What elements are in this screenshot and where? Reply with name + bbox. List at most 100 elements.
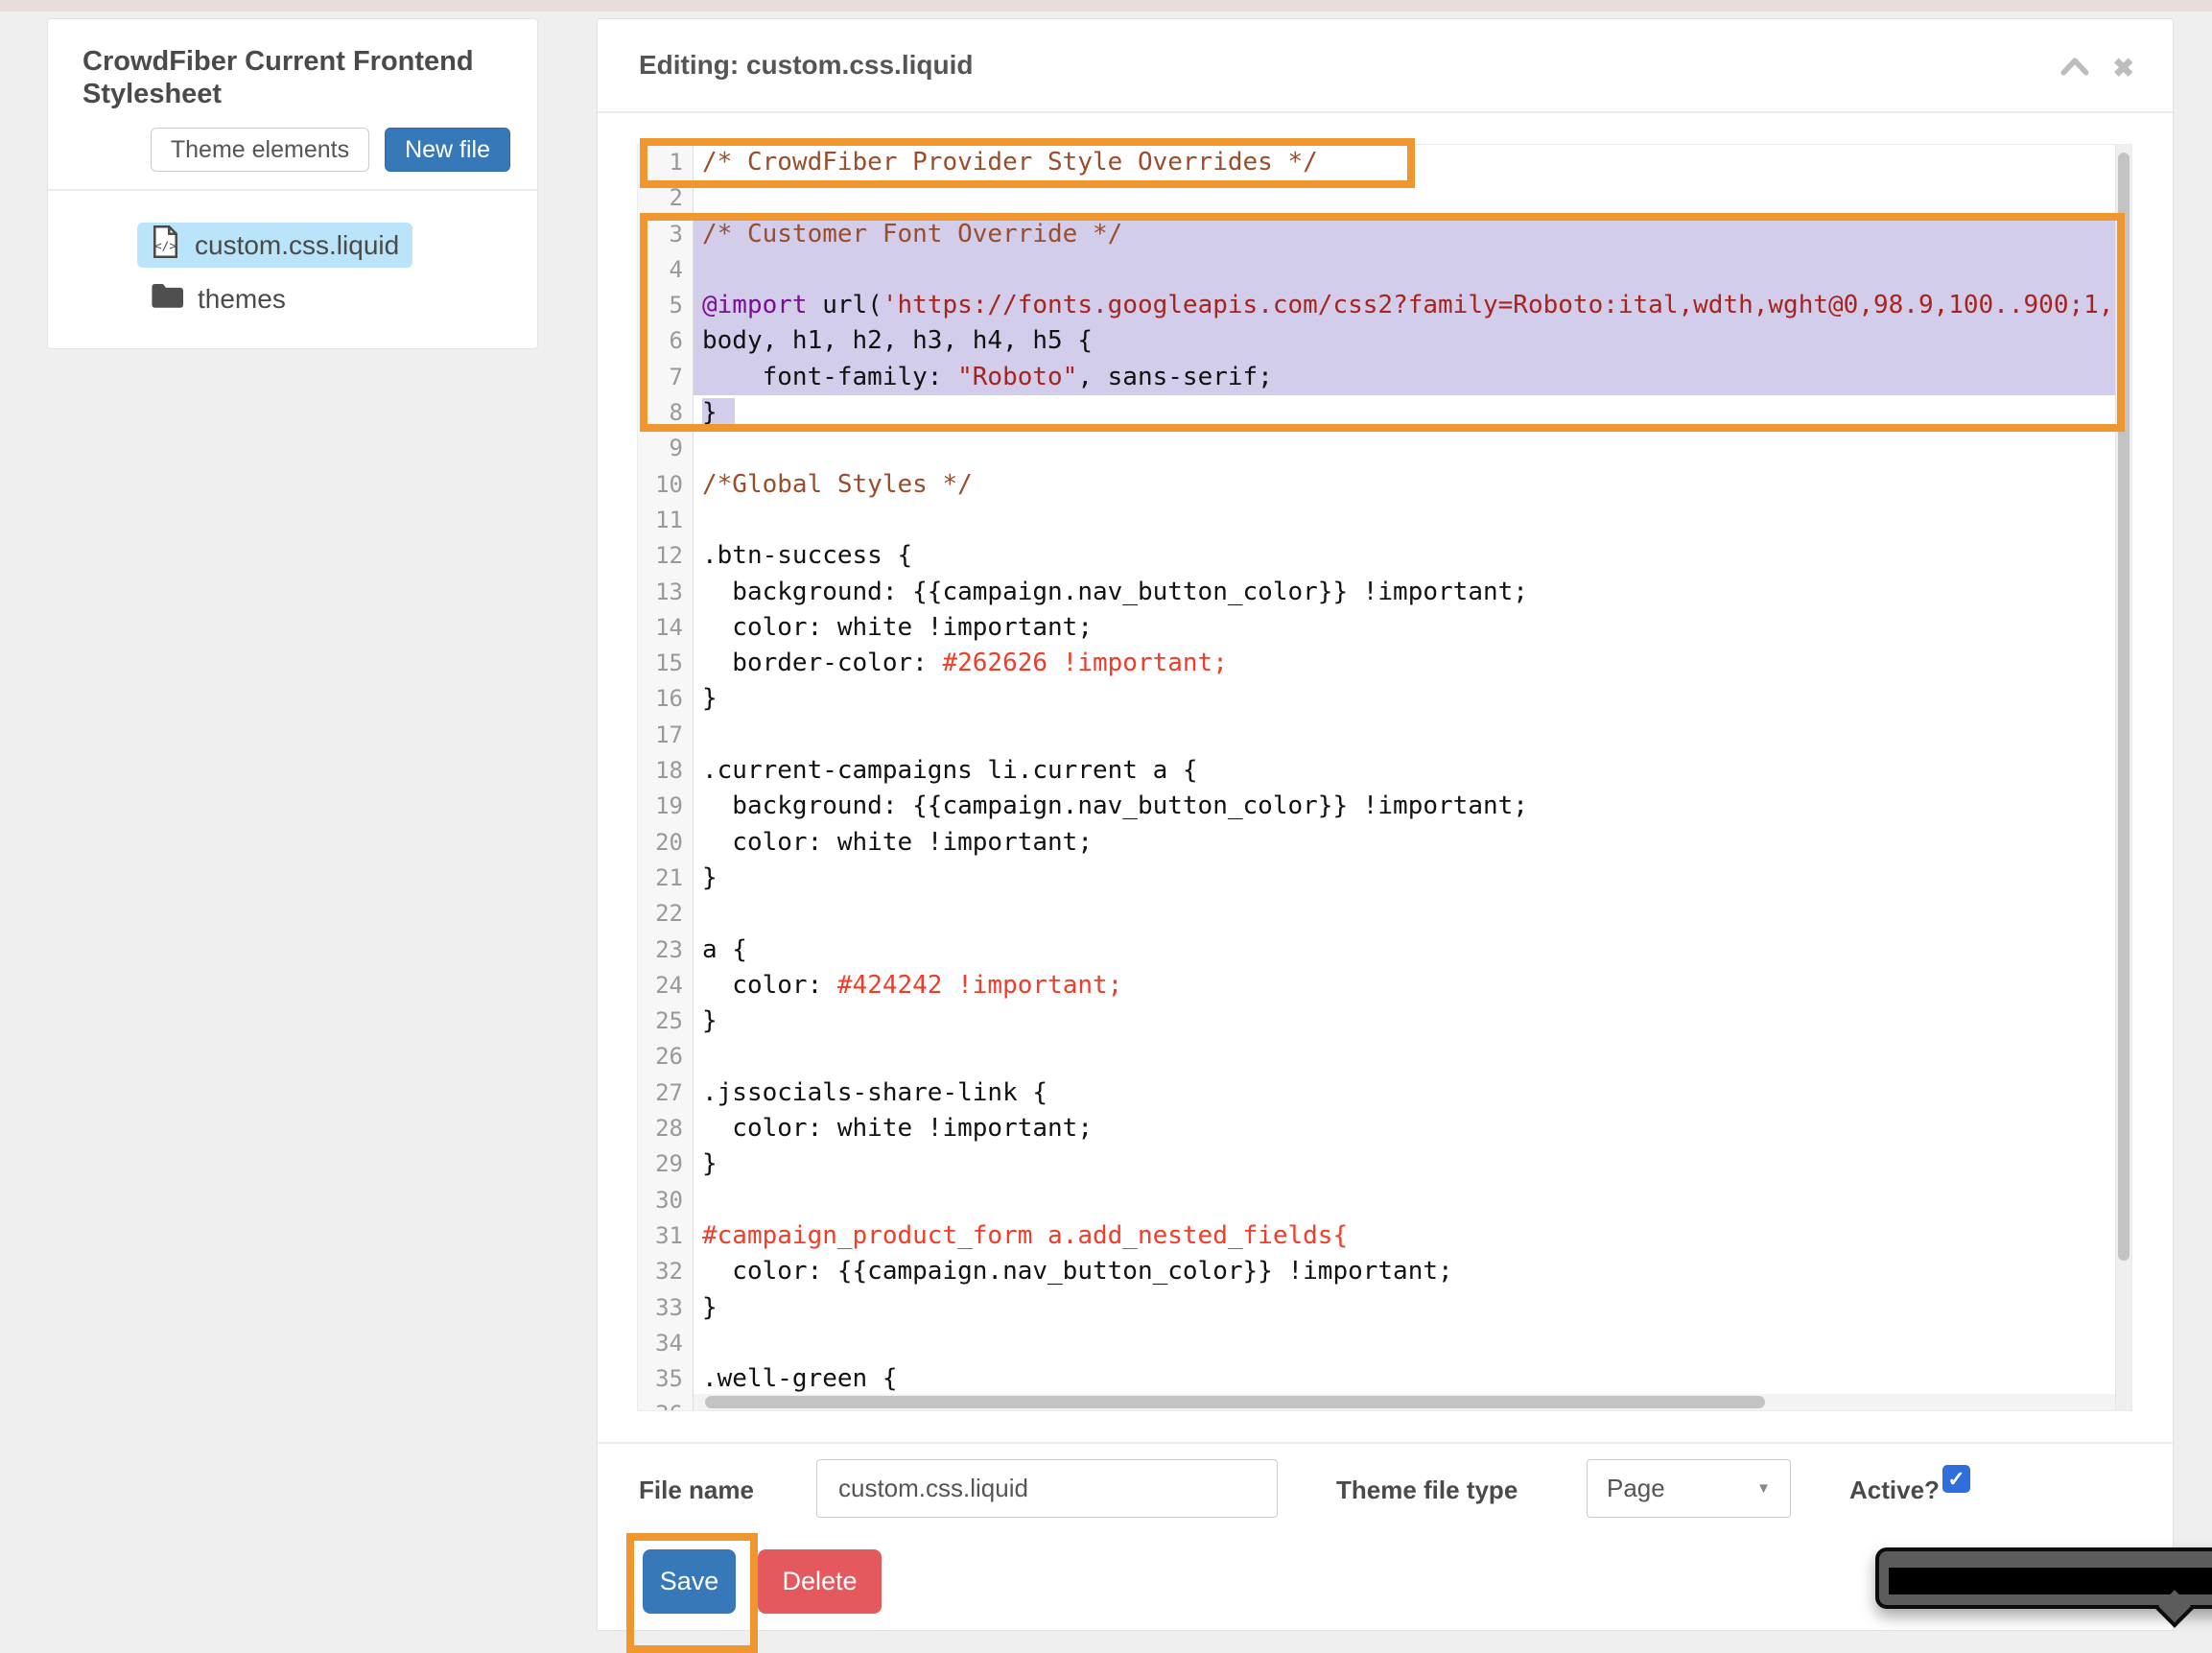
code-line: color: white !important; — [694, 610, 2131, 646]
vertical-scrollbar-thumb[interactable] — [2118, 153, 2130, 1261]
code-line: background: {{campaign.nav_button_color}… — [694, 789, 2131, 824]
file-item-label: custom.css.liquid — [195, 230, 399, 261]
line-number: 23 — [638, 933, 693, 968]
code-line — [694, 252, 2131, 288]
line-number: 11 — [638, 503, 693, 538]
line-number: 33 — [638, 1290, 693, 1326]
code-line: } — [694, 395, 2131, 431]
check-icon: ✓ — [1947, 1467, 1965, 1492]
collapse-chevron-up-icon[interactable] — [2060, 57, 2089, 81]
stylesheet-sidebar-card: CrowdFiber Current Frontend Stylesheet T… — [47, 18, 538, 349]
panel-header-icons: ✖ — [2060, 56, 2134, 82]
line-number: 12 — [638, 538, 693, 574]
horizontal-scrollbar-thumb[interactable] — [705, 1396, 1765, 1408]
code-file-icon: </> — [151, 224, 180, 266]
code-line: .current-campaigns li.current a { — [694, 753, 2131, 789]
line-number: 34 — [638, 1326, 693, 1361]
header-divider — [598, 111, 2173, 113]
code-line: font-family: "Roboto", sans-serif; — [694, 360, 2131, 395]
file-editor-panel: Editing: custom.css.liquid ✖ 12345678910… — [597, 18, 2174, 1631]
line-number: 6 — [638, 323, 693, 359]
line-number: 5 — [638, 288, 693, 323]
line-number: 22 — [638, 896, 693, 932]
file-name-label: File name — [639, 1476, 754, 1505]
code-line: a { — [694, 933, 2131, 968]
line-number: 13 — [638, 575, 693, 610]
delete-button[interactable]: Delete — [758, 1549, 882, 1614]
code-line: border-color: #262626 !important; — [694, 646, 2131, 681]
code-line: color: white !important; — [694, 1111, 2131, 1146]
line-number: 36 — [638, 1397, 693, 1411]
code-line: } — [694, 681, 2131, 717]
code-line: #campaign_product_form a.add_nested_fiel… — [694, 1218, 2131, 1254]
file-name-input[interactable] — [816, 1459, 1278, 1518]
line-number: 19 — [638, 789, 693, 824]
code-line: } — [694, 861, 2131, 896]
code-line: } — [694, 1290, 2131, 1326]
line-number: 25 — [638, 1004, 693, 1039]
sidebar-title: CrowdFiber Current Frontend Stylesheet — [82, 46, 495, 110]
code-line: .btn-success { — [694, 538, 2131, 574]
horizontal-scrollbar[interactable] — [694, 1394, 2115, 1410]
new-file-button[interactable]: New file — [385, 128, 510, 172]
line-number: 20 — [638, 825, 693, 861]
active-label: Active? — [1849, 1476, 1940, 1505]
vertical-scrollbar[interactable] — [2115, 145, 2131, 1410]
code-line: .jssocials-share-link { — [694, 1075, 2131, 1111]
code-line — [694, 503, 2131, 538]
close-icon[interactable]: ✖ — [2112, 56, 2134, 82]
code-line: color: #424242 !important; — [694, 968, 2131, 1004]
theme-file-type-select[interactable]: Page ▼ — [1587, 1459, 1791, 1518]
code-line: } — [694, 1004, 2131, 1039]
code-line: .well-green { — [694, 1361, 2131, 1397]
line-number: 35 — [638, 1361, 693, 1397]
file-item-themes[interactable]: themes — [137, 276, 412, 321]
line-number: 9 — [638, 431, 693, 466]
line-number: 26 — [638, 1039, 693, 1074]
line-number: 2 — [638, 180, 693, 216]
line-number: 27 — [638, 1075, 693, 1111]
code-line: @import url('https://fonts.googleapis.co… — [694, 288, 2131, 323]
line-number: 29 — [638, 1146, 693, 1182]
line-number: 17 — [638, 718, 693, 753]
line-number: 31 — [638, 1218, 693, 1254]
chevron-down-icon: ▼ — [1756, 1480, 1771, 1497]
code-line — [694, 431, 2131, 466]
top-strip — [0, 0, 2212, 12]
file-item-label: themes — [198, 284, 286, 315]
theme-file-type-label: Theme file type — [1336, 1476, 1518, 1505]
line-number: 8 — [638, 395, 693, 431]
line-number: 3 — [638, 217, 693, 252]
file-list: </> custom.css.liquid themes — [137, 223, 412, 321]
svg-text:</>: </> — [154, 239, 176, 253]
code-line: } — [694, 1146, 2131, 1182]
line-number: 7 — [638, 360, 693, 395]
code-lines[interactable]: /* CrowdFiber Provider Style Overrides *… — [694, 145, 2131, 1410]
code-line — [694, 1326, 2131, 1361]
sidebar-divider — [48, 189, 537, 191]
line-number: 28 — [638, 1111, 693, 1146]
code-line — [694, 180, 2131, 216]
folder-icon — [151, 282, 183, 316]
code-line: body, h1, h2, h3, h4, h5 { — [694, 323, 2131, 359]
code-line — [694, 1183, 2131, 1218]
line-number: 10 — [638, 467, 693, 503]
line-number: 15 — [638, 646, 693, 681]
line-number: 30 — [638, 1183, 693, 1218]
redaction-bar — [1889, 1568, 2212, 1594]
line-number: 4 — [638, 252, 693, 288]
save-button[interactable]: Save — [643, 1549, 736, 1614]
editor-panel-title: Editing: custom.css.liquid — [639, 50, 973, 81]
code-gutter: 1234567891011121314151617181920212223242… — [638, 145, 694, 1410]
line-number: 14 — [638, 610, 693, 646]
file-item-custom-css-liquid[interactable]: </> custom.css.liquid — [137, 223, 412, 268]
line-number: 32 — [638, 1254, 693, 1289]
theme-elements-button[interactable]: Theme elements — [151, 128, 369, 172]
code-line: background: {{campaign.nav_button_color}… — [694, 575, 2131, 610]
active-checkbox[interactable]: ✓ — [1942, 1465, 1970, 1493]
code-line: color: white !important; — [694, 825, 2131, 861]
line-number: 18 — [638, 753, 693, 789]
code-editor[interactable]: 1234567891011121314151617181920212223242… — [637, 144, 2132, 1411]
code-line: /*Global Styles */ — [694, 467, 2131, 503]
sidebar-button-row: Theme elements New file — [151, 128, 510, 172]
